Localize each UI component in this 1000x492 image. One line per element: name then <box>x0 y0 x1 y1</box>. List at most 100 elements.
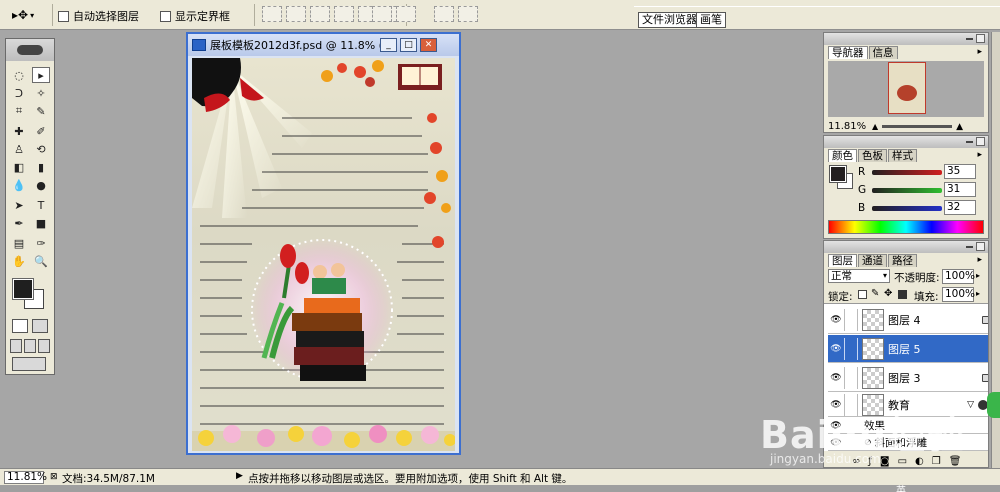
blue-value-field[interactable]: 32 <box>944 200 976 215</box>
palette-menu-icon[interactable]: ▸ <box>977 47 982 57</box>
opacity-dropdown-icon[interactable]: ▸ <box>976 271 980 280</box>
eraser-tool-icon[interactable]: ◧ <box>10 159 28 175</box>
dodge-tool-icon[interactable]: ● <box>32 177 50 193</box>
doc-size-info[interactable]: 文档:34.5M/87.1M <box>62 471 155 486</box>
toolbox-header[interactable] <box>6 39 54 61</box>
align-vcenter-icon[interactable] <box>286 6 306 22</box>
status-menu-icon[interactable]: ▶ <box>236 471 243 481</box>
tab-navigator[interactable]: 导航器 <box>828 46 868 59</box>
path-selection-tool-icon[interactable]: ➤ <box>10 197 28 213</box>
shape-tool-icon[interactable]: ■ <box>32 215 50 231</box>
close-button[interactable]: ✕ <box>420 38 437 52</box>
distribute-hcenter-icon[interactable] <box>458 6 478 22</box>
palette-menu-icon[interactable]: ▸ <box>977 255 982 265</box>
fg-color-swatch[interactable] <box>829 165 847 183</box>
slice-tool-icon[interactable]: ✎ <box>32 103 50 119</box>
align-top-icon[interactable] <box>262 6 282 22</box>
lasso-tool-icon[interactable]: ᑐ <box>10 85 28 101</box>
clone-stamp-tool-icon[interactable]: ♙ <box>10 141 28 157</box>
auto-select-option[interactable]: 自动选择图层 <box>58 8 139 24</box>
distribute-left-icon[interactable] <box>434 6 454 22</box>
close-icon[interactable] <box>976 34 985 43</box>
green-slider[interactable] <box>872 187 942 193</box>
healing-brush-tool-icon[interactable]: ✚ <box>10 123 28 139</box>
blue-slider[interactable] <box>872 205 942 211</box>
notes-tool-icon[interactable]: ▤ <box>10 235 28 251</box>
tab-channels[interactable]: 通道 <box>858 254 887 267</box>
document-canvas[interactable] <box>192 58 455 451</box>
navigator-zoom-field[interactable]: 11.81% <box>828 121 868 132</box>
screen-mode-standard-button[interactable] <box>10 339 22 353</box>
blend-mode-select[interactable]: 正常 ▾ <box>828 269 890 283</box>
auto-select-checkbox[interactable] <box>58 10 69 22</box>
fill-field[interactable]: 100% <box>942 287 975 302</box>
minimize-icon[interactable] <box>966 38 973 40</box>
tab-swatches[interactable]: 色板 <box>858 149 887 162</box>
zoom-tool-icon[interactable]: 🔍 <box>32 253 50 269</box>
tool-preset-picker[interactable]: ▸✥ ▾ <box>12 5 48 25</box>
layer-row[interactable]: 👁 图层 3 <box>828 364 988 392</box>
layer-name[interactable]: 图层 5 <box>888 341 921 357</box>
blur-tool-icon[interactable]: 💧 <box>10 177 28 193</box>
standard-mode-button[interactable] <box>12 319 28 333</box>
minimize-icon[interactable] <box>966 141 973 143</box>
distribute-center-icon[interactable] <box>396 6 416 22</box>
move-tool-icon[interactable]: ▸ <box>32 67 50 83</box>
tab-paths[interactable]: 路径 <box>888 254 917 267</box>
layer-row[interactable]: 👁 图层 4 <box>828 306 988 334</box>
gradient-tool-icon[interactable]: ▮ <box>32 159 50 175</box>
layer-name[interactable]: 图层 4 <box>888 312 921 328</box>
type-tool-icon[interactable]: T <box>32 197 50 213</box>
close-icon[interactable] <box>976 137 985 146</box>
eyedropper-tool-icon[interactable]: ✑ <box>32 235 50 251</box>
layer-row-selected[interactable]: 👁 图层 5 <box>828 335 988 363</box>
navigator-zoom-slider[interactable] <box>882 125 953 128</box>
crop-tool-icon[interactable]: ⌗ <box>10 103 28 119</box>
red-value-field[interactable]: 35 <box>944 164 976 179</box>
show-bounds-checkbox[interactable] <box>160 10 171 22</box>
hand-tool-icon[interactable]: ✋ <box>10 253 28 269</box>
lock-all-icon[interactable] <box>898 290 907 299</box>
link-cell[interactable] <box>844 308 858 331</box>
tab-layers[interactable]: 图层 <box>828 254 857 267</box>
layer-name[interactable]: 图层 3 <box>888 370 921 386</box>
ime-language-indicator[interactable]: 英 <box>896 482 906 492</box>
palette-titlebar[interactable] <box>824 33 988 45</box>
magic-wand-tool-icon[interactable]: ✧ <box>32 85 50 101</box>
green-side-badge[interactable] <box>987 392 1000 418</box>
pen-tool-icon[interactable]: ✒ <box>10 215 28 231</box>
minimize-icon[interactable] <box>966 246 973 248</box>
show-bounds-option[interactable]: 显示定界框 <box>160 8 230 24</box>
tab-brushes[interactable]: 画笔 <box>696 12 726 28</box>
brush-icon[interactable] <box>844 337 858 360</box>
screen-mode-full-button[interactable] <box>38 339 50 353</box>
tab-styles[interactable]: 样式 <box>888 149 917 162</box>
palette-titlebar[interactable] <box>824 136 988 148</box>
red-slider[interactable] <box>872 169 942 175</box>
lock-transparency-icon[interactable] <box>858 290 867 299</box>
green-value-field[interactable]: 31 <box>944 182 976 197</box>
opacity-field[interactable]: 100% <box>942 269 975 284</box>
zoom-in-icon[interactable]: ▲ <box>956 122 963 132</box>
maximize-button[interactable]: □ <box>400 38 417 52</box>
marquee-tool-icon[interactable]: ◌ <box>10 67 28 83</box>
quick-mask-button[interactable] <box>32 319 48 333</box>
lock-image-icon[interactable]: ✎ <box>871 288 879 299</box>
distribute-top-icon[interactable] <box>372 6 392 22</box>
tab-color[interactable]: 颜色 <box>828 149 857 162</box>
align-left-icon[interactable] <box>334 6 354 22</box>
tab-file-browser[interactable]: 文件浏览器 <box>638 12 701 28</box>
brush-tool-icon[interactable]: ✐ <box>32 123 50 139</box>
foreground-color-swatch[interactable] <box>12 278 34 300</box>
document-titlebar[interactable]: 展板模板2012d3f.psd @ 11.8% (图... <box>188 34 459 56</box>
palette-titlebar[interactable] <box>824 241 988 253</box>
lock-position-icon[interactable]: ✥ <box>884 288 892 299</box>
navigator-preview[interactable] <box>828 61 984 117</box>
zoom-out-icon[interactable]: ▲ <box>872 122 878 131</box>
eye-icon[interactable]: 👁 <box>828 315 844 325</box>
minimize-button[interactable]: _ <box>380 38 397 52</box>
link-cell[interactable] <box>844 366 858 389</box>
fill-dropdown-icon[interactable]: ▸ <box>976 289 980 298</box>
jump-to-imageready-button[interactable] <box>12 357 46 371</box>
palette-menu-icon[interactable]: ▸ <box>977 150 982 160</box>
